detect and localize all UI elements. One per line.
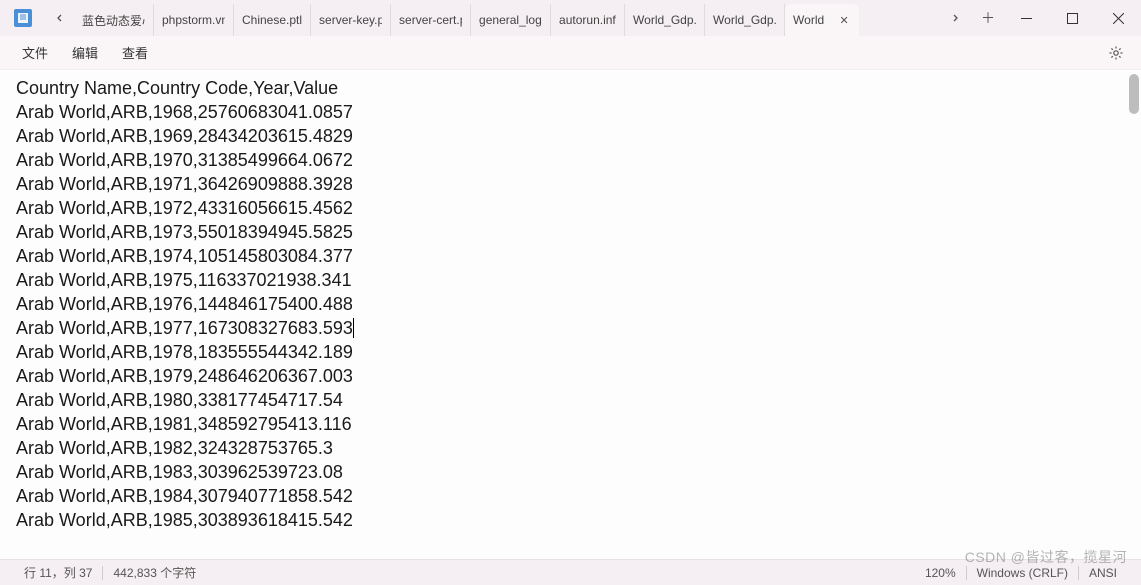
line-ending[interactable]: Windows (CRLF) (967, 566, 1078, 580)
statusbar: 行 11，列 37 442,833 个字符 120% Windows (CRLF… (0, 559, 1141, 585)
text-content[interactable]: Country Name,Country Code,Year,ValueArab… (0, 70, 1141, 559)
tab-scroll-left-button[interactable] (46, 4, 74, 32)
tab-strip: 蓝色动态爱心 phpstorm.vn Chinese.ptl server-ke… (74, 0, 941, 36)
tab-item[interactable]: World_Gdp.c (705, 4, 785, 36)
menubar: 文件 编辑 查看 (0, 36, 1141, 70)
encoding[interactable]: ANSI (1079, 566, 1127, 580)
close-icon[interactable]: ✕ (837, 13, 851, 27)
vertical-scrollbar[interactable] (1129, 74, 1139, 114)
tab-item[interactable]: Chinese.ptl (234, 4, 311, 36)
cursor-position[interactable]: 行 11，列 37 (14, 564, 102, 581)
menu-file[interactable]: 文件 (10, 39, 60, 66)
tab-item[interactable]: autorun.inf (551, 4, 625, 36)
titlebar: 蓝色动态爱心 phpstorm.vn Chinese.ptl server-ke… (0, 0, 1141, 36)
editor-area: Country Name,Country Code,Year,ValueArab… (0, 70, 1141, 559)
menu-edit[interactable]: 编辑 (60, 39, 110, 66)
tab-item[interactable]: general_log. (471, 4, 551, 36)
tab-item[interactable]: World_Gdp.c (625, 4, 705, 36)
gear-icon (1108, 45, 1124, 61)
tab-item[interactable]: server-key.p (311, 4, 391, 36)
menu-view[interactable]: 查看 (110, 39, 160, 66)
zoom-level[interactable]: 120% (915, 566, 966, 580)
tab-item[interactable]: phpstorm.vn (154, 4, 234, 36)
tab-label: World (793, 13, 833, 27)
tab-item-active[interactable]: World ✕ (785, 4, 859, 36)
app-icon (14, 9, 32, 27)
new-tab-button[interactable]: ＋ (973, 3, 1003, 33)
minimize-button[interactable] (1003, 0, 1049, 36)
tab-item[interactable]: server-cert.p (391, 4, 471, 36)
settings-button[interactable] (1101, 38, 1131, 68)
tab-item[interactable]: 蓝色动态爱心 (74, 4, 154, 36)
maximize-button[interactable] (1049, 0, 1095, 36)
tab-scroll-right-button[interactable] (941, 4, 969, 32)
window: 蓝色动态爱心 phpstorm.vn Chinese.ptl server-ke… (0, 0, 1141, 585)
close-window-button[interactable] (1095, 0, 1141, 36)
char-count[interactable]: 442,833 个字符 (103, 564, 206, 581)
window-controls (1003, 0, 1141, 36)
